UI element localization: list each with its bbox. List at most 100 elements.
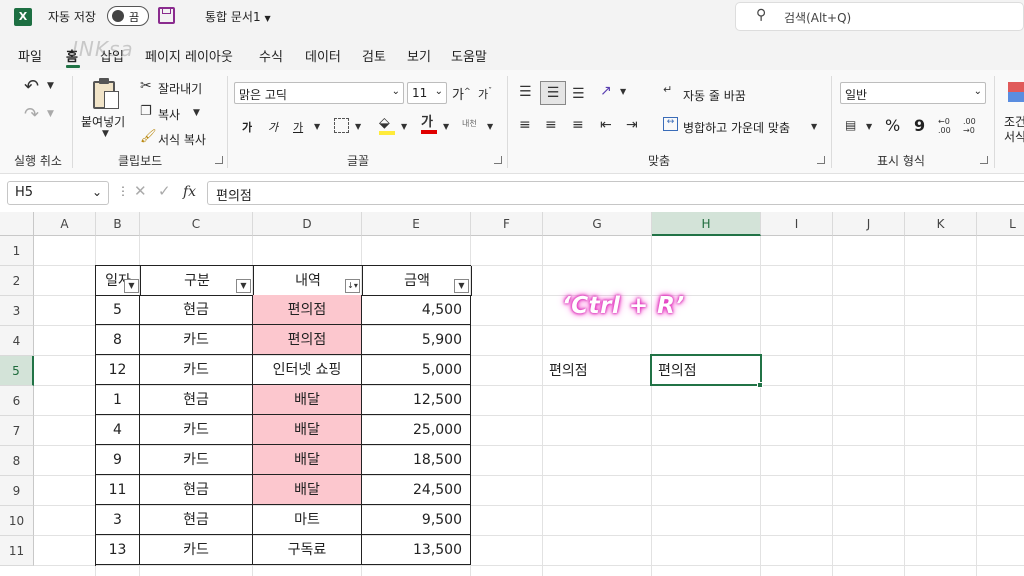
chevron-down-icon[interactable]: ▼ bbox=[401, 123, 407, 131]
align-bottom-icon[interactable]: ☰ bbox=[572, 87, 585, 101]
enter-icon[interactable]: ✓ bbox=[158, 184, 171, 199]
column-header-d[interactable]: D bbox=[253, 212, 362, 236]
document-title[interactable]: 통합 문서1 ▼ bbox=[205, 8, 271, 25]
column-header-b[interactable]: B bbox=[96, 212, 140, 236]
column-header-c[interactable]: C bbox=[140, 212, 253, 236]
copy-button[interactable]: 복사 bbox=[158, 106, 180, 123]
merge-center-button[interactable]: 병합하고 가운데 맞춤 bbox=[683, 119, 790, 136]
filter-dropdown-icon[interactable]: ▼ bbox=[236, 279, 251, 293]
cell-amount[interactable]: 24,500 bbox=[362, 475, 471, 505]
chevron-down-icon[interactable]: ▼ bbox=[47, 110, 54, 119]
decrease-indent-icon[interactable]: ⇤ bbox=[600, 118, 612, 132]
cell-g5[interactable]: 편의점 bbox=[543, 356, 652, 386]
cell-day[interactable]: 1 bbox=[95, 385, 140, 415]
cell-item[interactable]: 인터넷 쇼핑 bbox=[253, 355, 362, 385]
chevron-down-icon[interactable]: ▼ bbox=[355, 123, 361, 131]
merge-center-icon[interactable]: ↔ bbox=[663, 117, 678, 131]
cell-item[interactable]: 마트 bbox=[253, 505, 362, 535]
column-header-g[interactable]: G bbox=[543, 212, 652, 236]
cell-type[interactable]: 카드 bbox=[140, 355, 253, 385]
font-color-icon[interactable]: 가 bbox=[421, 116, 437, 134]
tab-formulas[interactable]: 수식 bbox=[259, 46, 283, 65]
cell-item[interactable]: 편의점 bbox=[253, 295, 362, 325]
phonetic-button[interactable]: 내천 bbox=[462, 118, 477, 129]
border-icon[interactable] bbox=[334, 118, 349, 133]
number-format-select[interactable]: 일반 ⌄ bbox=[840, 82, 986, 104]
align-middle-icon[interactable]: ☰ bbox=[540, 81, 566, 105]
dialog-launcher-icon[interactable] bbox=[215, 156, 223, 164]
insert-function-icon[interactable]: fx bbox=[183, 185, 196, 199]
dialog-launcher-icon[interactable] bbox=[980, 156, 988, 164]
increase-indent-icon[interactable]: ⇥ bbox=[626, 118, 638, 132]
cell-day[interactable]: 8 bbox=[95, 325, 140, 355]
row-header-6[interactable]: 6 bbox=[0, 386, 34, 416]
undo-icon[interactable]: ↶ bbox=[24, 78, 39, 96]
filter-dropdown-icon[interactable]: ▼ bbox=[454, 279, 469, 293]
cell-type[interactable]: 현금 bbox=[140, 385, 253, 415]
row-header-5[interactable]: 5 bbox=[0, 356, 34, 386]
column-header-a[interactable]: A bbox=[34, 212, 96, 236]
filter-dropdown-icon[interactable]: ▼ bbox=[124, 279, 139, 293]
worksheet-grid[interactable]: A B C D E F G H I J K L 1 2 3 4 5 6 7 8 … bbox=[0, 212, 1024, 576]
cell-amount[interactable]: 12,500 bbox=[362, 385, 471, 415]
row-header-3[interactable]: 3 bbox=[0, 296, 34, 326]
chevron-down-icon[interactable]: ▼ bbox=[487, 123, 493, 131]
cancel-icon[interactable]: ✕ bbox=[134, 184, 147, 199]
cell-item[interactable]: 구독료 bbox=[253, 535, 362, 565]
chevron-down-icon[interactable]: ▼ bbox=[193, 109, 200, 118]
increase-decimal-icon[interactable]: ←0.00 bbox=[938, 117, 951, 135]
cut-icon[interactable]: ✂ bbox=[140, 79, 152, 93]
row-header-2[interactable]: 2 bbox=[0, 266, 34, 296]
cell-amount[interactable]: 5,000 bbox=[362, 355, 471, 385]
cell-day[interactable]: 3 bbox=[95, 505, 140, 535]
orientation-icon[interactable]: ↗ bbox=[600, 84, 612, 98]
cell-amount[interactable]: 18,500 bbox=[362, 445, 471, 475]
underline-button[interactable]: 가 bbox=[293, 119, 303, 135]
column-header-k[interactable]: K bbox=[905, 212, 977, 236]
cell-amount[interactable]: 9,500 bbox=[362, 505, 471, 535]
grow-font-button[interactable]: 가^ bbox=[452, 84, 471, 103]
cell-amount[interactable]: 13,500 bbox=[362, 535, 471, 565]
chevron-down-icon[interactable]: ▼ bbox=[443, 123, 449, 131]
column-header-h[interactable]: H bbox=[652, 212, 761, 236]
row-header-7[interactable]: 7 bbox=[0, 416, 34, 446]
cell-day[interactable]: 5 bbox=[95, 295, 140, 325]
font-size-select[interactable]: 11 ⌄ bbox=[407, 82, 447, 104]
chevron-down-icon[interactable]: ▼ bbox=[811, 123, 817, 131]
cell-day[interactable]: 12 bbox=[95, 355, 140, 385]
row-header-1[interactable]: 1 bbox=[0, 236, 34, 266]
row-header-10[interactable]: 10 bbox=[0, 506, 34, 536]
align-left-icon[interactable]: ≡ bbox=[519, 118, 531, 132]
dialog-launcher-icon[interactable] bbox=[817, 156, 825, 164]
cell-amount[interactable]: 5,900 bbox=[362, 325, 471, 355]
cell-day[interactable]: 11 bbox=[95, 475, 140, 505]
align-right-icon[interactable]: ≡ bbox=[572, 118, 584, 132]
name-box[interactable]: H5 ⌄ bbox=[7, 181, 109, 205]
more-options-icon[interactable]: ⋮ bbox=[117, 185, 129, 197]
search-box[interactable]: ⚲ 검색(Alt+Q) bbox=[735, 2, 1024, 31]
cell-item[interactable]: 배달 bbox=[253, 385, 362, 415]
column-header-l[interactable]: L bbox=[977, 212, 1024, 236]
tab-page-layout[interactable]: 페이지 레이아웃 bbox=[145, 46, 233, 65]
cell-item[interactable]: 편의점 bbox=[253, 325, 362, 355]
save-icon[interactable] bbox=[158, 7, 175, 24]
column-header-f[interactable]: F bbox=[471, 212, 543, 236]
select-all-corner[interactable] bbox=[0, 212, 34, 236]
fill-handle[interactable] bbox=[757, 382, 763, 388]
cell-item[interactable]: 배달 bbox=[253, 445, 362, 475]
chevron-down-icon[interactable]: ▼ bbox=[620, 88, 626, 96]
copy-icon[interactable]: ❐ bbox=[140, 105, 152, 118]
chevron-down-icon[interactable]: ▼ bbox=[314, 123, 320, 131]
formula-input[interactable]: 편의점 bbox=[207, 181, 1024, 205]
chevron-down-icon[interactable]: ▼ bbox=[47, 82, 54, 91]
cut-button[interactable]: 잘라내기 bbox=[158, 80, 202, 97]
wrap-text-button[interactable]: 자동 줄 바꿈 bbox=[683, 87, 746, 104]
tab-review[interactable]: 검토 bbox=[362, 46, 386, 65]
italic-button[interactable]: 가 bbox=[268, 119, 278, 135]
cell-type[interactable]: 카드 bbox=[140, 415, 253, 445]
chevron-down-icon[interactable]: ▼ bbox=[102, 130, 109, 139]
tab-file[interactable]: 파일 bbox=[18, 46, 42, 65]
percent-button[interactable]: % bbox=[885, 116, 900, 135]
cell-type[interactable]: 카드 bbox=[140, 535, 253, 565]
row-header-9[interactable]: 9 bbox=[0, 476, 34, 506]
